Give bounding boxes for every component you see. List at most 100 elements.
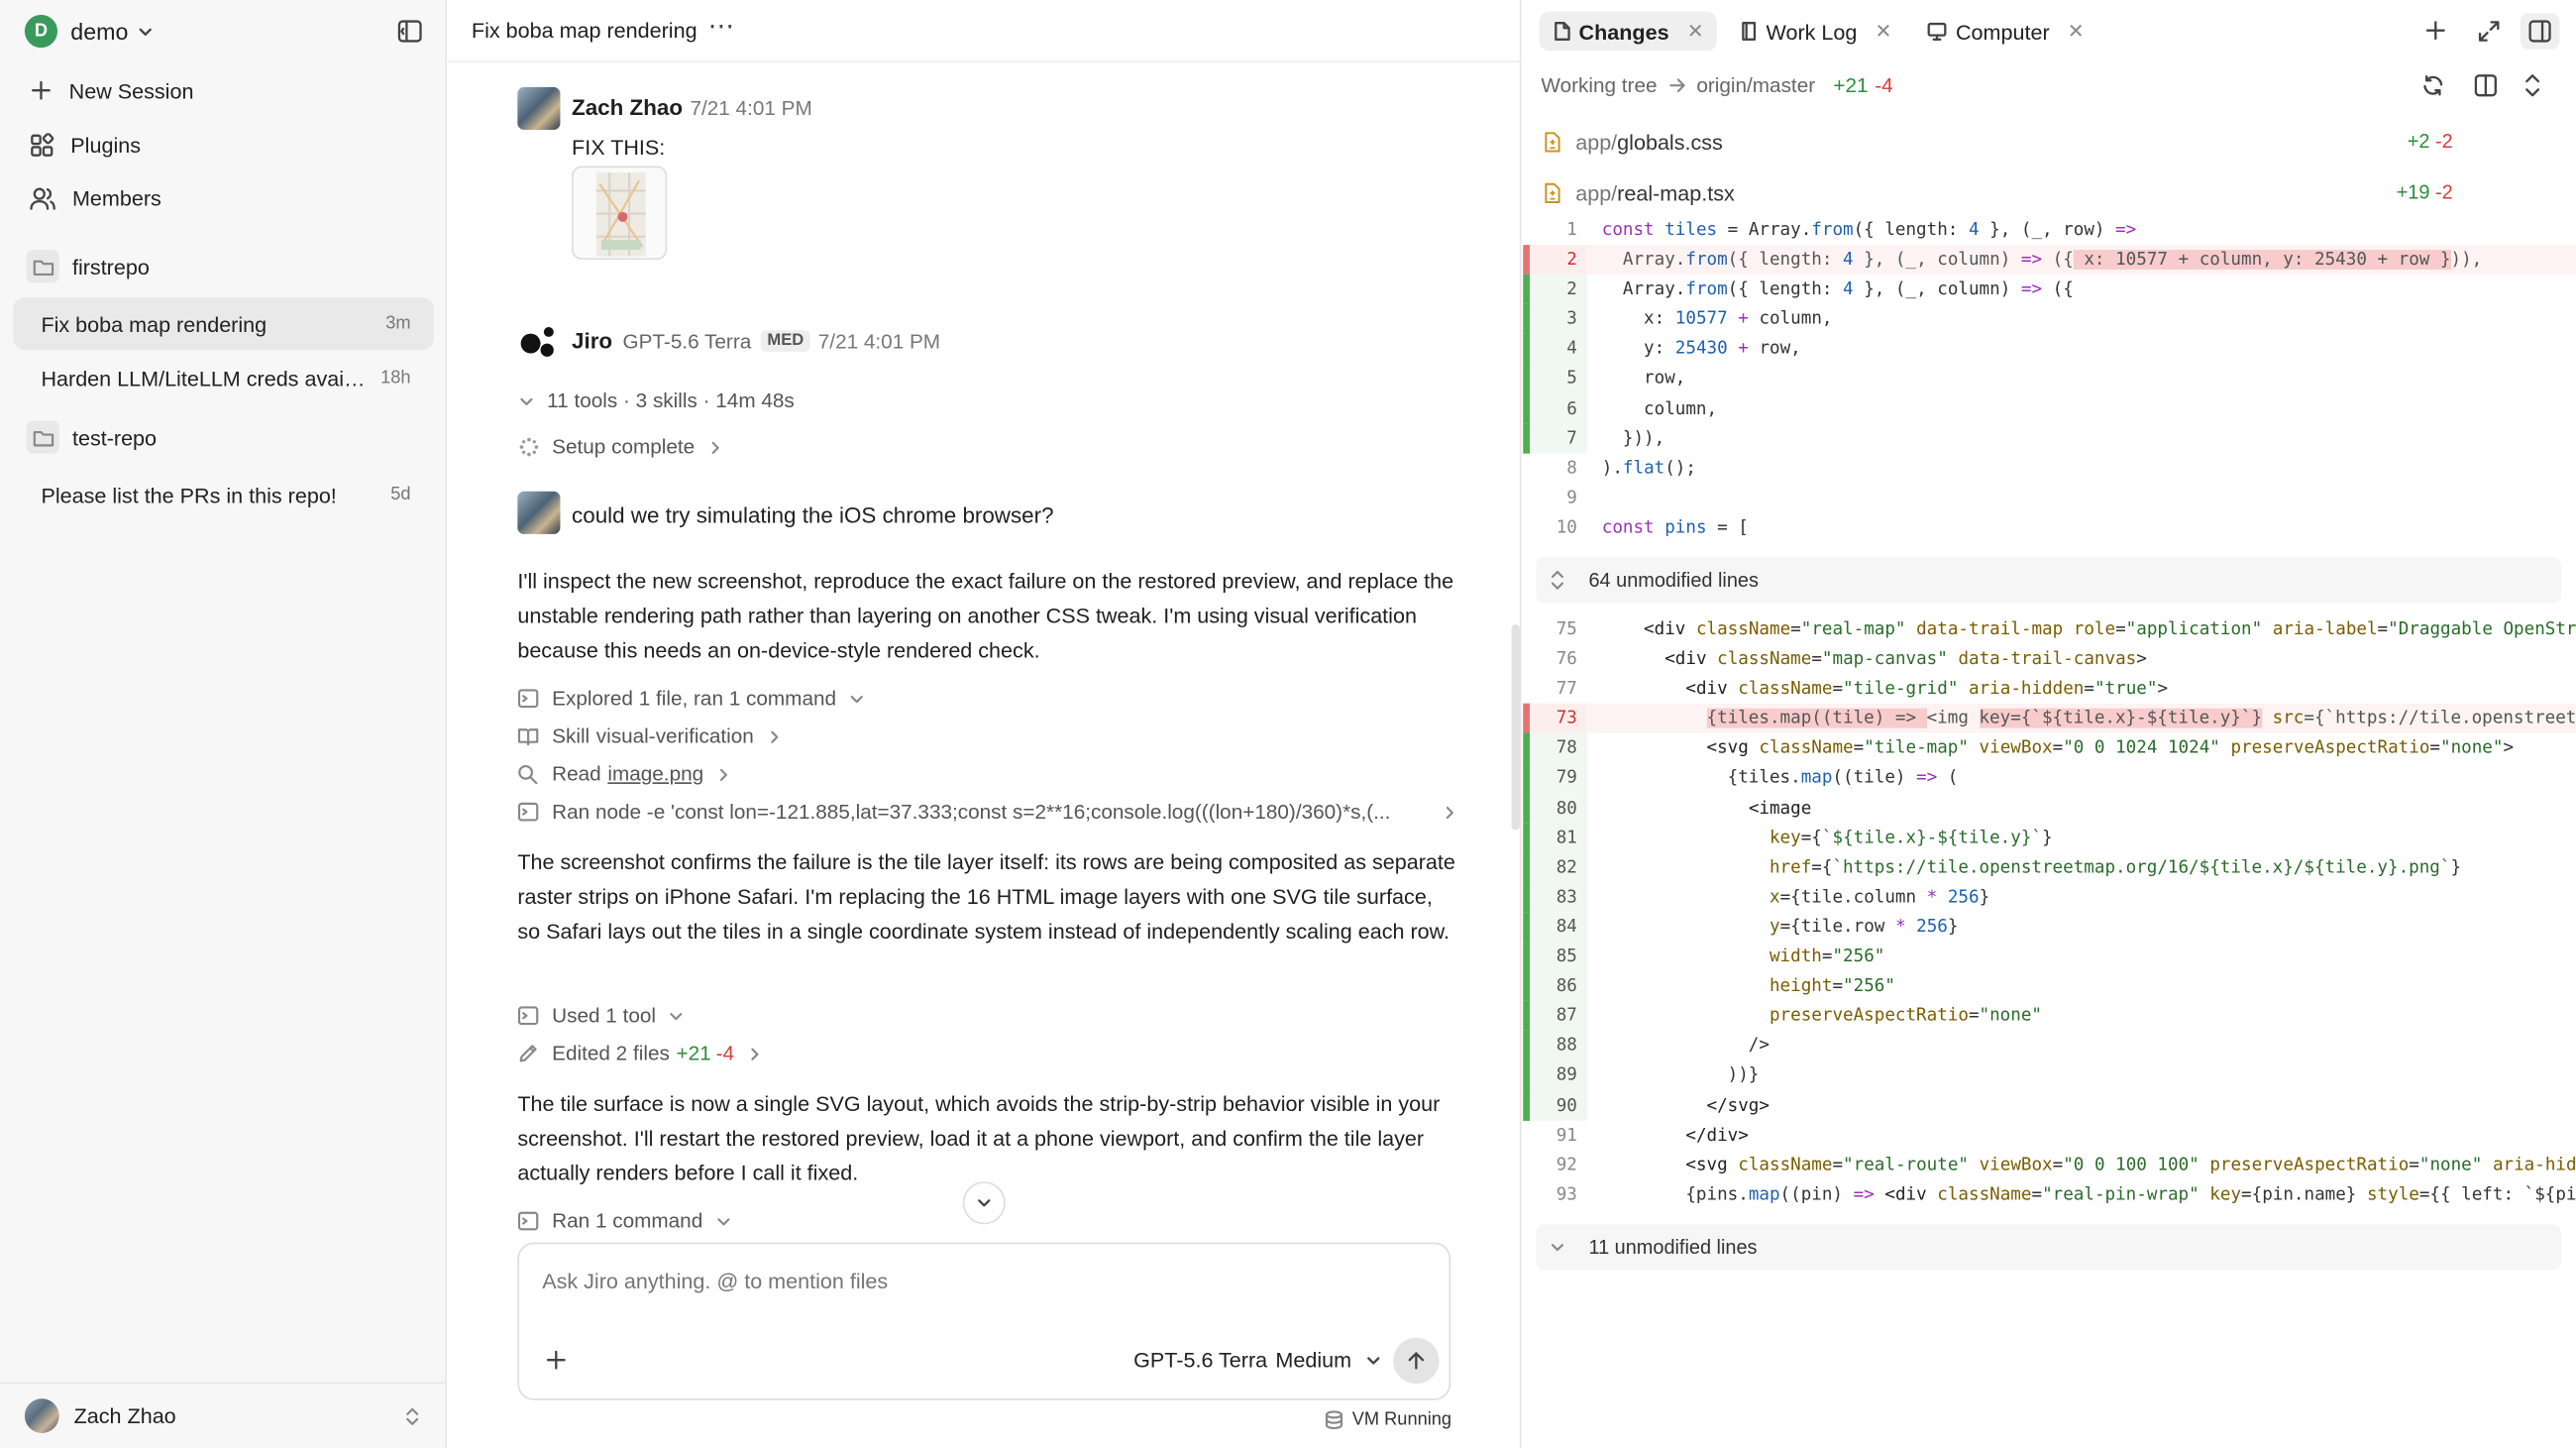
- user-avatar: [517, 86, 561, 130]
- chat-input[interactable]: [542, 1264, 1397, 1297]
- branch-to[interactable]: origin/master: [1696, 74, 1815, 97]
- tab-label: Changes: [1578, 19, 1669, 44]
- code-line: 93 {pins.map((pin) => <div className="re…: [1556, 1184, 2576, 1205]
- refresh-icon[interactable]: [2421, 74, 2444, 97]
- screenshot-thumbnail[interactable]: [572, 166, 668, 260]
- read-step[interactable]: Read image.png: [517, 757, 731, 790]
- code-line-added: 89 ))}: [1523, 1060, 2576, 1091]
- code-line-added: 86 height="256": [1523, 971, 2576, 1002]
- chevron-right-icon: [711, 440, 719, 454]
- code-line-added: 6 column,: [1523, 393, 2576, 424]
- terminal-icon: [517, 802, 539, 822]
- close-icon[interactable]: ✕: [1687, 20, 1704, 43]
- explored-step[interactable]: Explored 1 file, ran 1 command: [517, 682, 864, 715]
- session-item-list-prs[interactable]: Please list the PRs in this repo! 5d: [13, 469, 433, 521]
- tab-computer[interactable]: Computer ✕: [1915, 12, 2097, 52]
- setup-complete-row[interactable]: Setup complete: [519, 430, 722, 463]
- message-text: could we try simulating the iOS chrome b…: [572, 502, 1054, 528]
- chevron-down-icon: [978, 1199, 991, 1207]
- message-text: FIX THIS:: [572, 134, 666, 160]
- user-avatar: [517, 491, 561, 534]
- split-view-icon[interactable]: [2474, 74, 2497, 97]
- more-options-icon[interactable]: ⋯: [708, 10, 736, 43]
- tab-work-log[interactable]: Work Log ✕: [1727, 12, 1905, 52]
- workspace-avatar[interactable]: D: [24, 14, 58, 49]
- read-file-link[interactable]: image.png: [607, 762, 703, 785]
- repo-test-repo[interactable]: test-repo: [13, 414, 433, 460]
- file-name: globals.css: [1617, 129, 1723, 155]
- repo-name: test-repo: [71, 424, 158, 450]
- chevron-down-icon: [716, 1217, 730, 1225]
- agent-model: GPT-5.6 Terra: [622, 330, 752, 354]
- branch-deletions: -4: [1875, 73, 1893, 97]
- code-line-added: 5 row,: [1523, 364, 2576, 394]
- close-icon[interactable]: ✕: [2068, 20, 2085, 43]
- members-button[interactable]: Members: [13, 174, 433, 220]
- session-item-fix-boba[interactable]: Fix boba map rendering 3m: [13, 297, 434, 351]
- plugins-button[interactable]: Plugins: [13, 122, 433, 167]
- plus-icon[interactable]: [546, 1349, 568, 1371]
- session-age: 18h: [380, 368, 411, 389]
- model-name: GPT-5.6 Terra: [1133, 1347, 1268, 1373]
- code-line-added: 81 key={`${tile.x}-${tile.y}`}: [1523, 823, 2576, 853]
- skill-step[interactable]: Skill visual-verification: [517, 720, 782, 752]
- chevron-up-down-icon: [406, 1406, 419, 1425]
- chat-panel: Fix boba map rendering ⋯ Zach Zhao 7/21 …: [447, 0, 1522, 1448]
- code-line-added: 83 x={tile.column * 256}: [1523, 882, 2576, 913]
- code-line: 77 <div className="tile-grid" aria-hidde…: [1556, 679, 2169, 700]
- chevron-down-icon: [1551, 1244, 1564, 1252]
- loader-dots-icon: [519, 437, 539, 457]
- code-line: 91 </div>: [1556, 1125, 1749, 1146]
- workspace-name[interactable]: demo: [70, 18, 128, 45]
- code-line-added: 87 preserveAspectRatio="none": [1523, 1001, 2576, 1032]
- file-row-globals-css[interactable]: app/globals.css +2 -2: [1523, 120, 2576, 163]
- tools-summary: 11 tools · 3 skills · 14m 48s: [547, 389, 795, 413]
- terminal-icon: [517, 1006, 539, 1026]
- step-label: Used 1 tool: [552, 1004, 657, 1028]
- session-title: Fix boba map rendering: [41, 311, 268, 337]
- step-label-prefix: Read: [552, 762, 601, 786]
- sidebar-toggle-icon[interactable]: [397, 20, 422, 43]
- scroll-to-bottom-button[interactable]: [962, 1181, 1006, 1225]
- model-selector[interactable]: GPT-5.6 Terra Medium: [1133, 1348, 1381, 1373]
- book-icon: [1742, 22, 1757, 41]
- collapse-all-icon[interactable]: [2523, 72, 2541, 99]
- send-button[interactable]: [1393, 1337, 1440, 1385]
- vm-status-label: VM Running: [1351, 1409, 1452, 1430]
- file-diff-icon: [1545, 181, 1560, 203]
- panel-layout-button[interactable]: [2520, 13, 2560, 50]
- code-line-added: 4 y: 25430 + row,: [1523, 334, 2576, 365]
- nav-label: Plugins: [70, 132, 142, 158]
- chevron-down-icon[interactable]: [138, 25, 153, 40]
- session-title: Please list the PRs in this repo!: [41, 482, 337, 507]
- diff-hunk-2: 75 <div className="real-map" data-trail-…: [1523, 614, 2576, 1209]
- unmodified-lines-expander[interactable]: 11 unmodified lines: [1536, 1224, 2562, 1271]
- plus-icon[interactable]: [2425, 20, 2447, 42]
- plus-icon: [32, 80, 51, 100]
- unmodified-lines-expander[interactable]: 64 unmodified lines: [1536, 557, 2562, 604]
- vm-status[interactable]: VM Running: [1325, 1409, 1452, 1430]
- used-tool-step[interactable]: Used 1 tool: [517, 999, 684, 1032]
- tools-summary-toggle[interactable]: 11 tools · 3 skills · 14m 48s: [519, 385, 795, 417]
- unmodified-lines-label: 64 unmodified lines: [1588, 568, 1759, 592]
- user-menu[interactable]: Zach Zhao: [0, 1382, 446, 1448]
- edited-files-step[interactable]: Edited 2 files +21 -4: [517, 1037, 762, 1069]
- expand-icon[interactable]: [2478, 20, 2501, 43]
- repo-firstrepo[interactable]: firstrepo: [13, 243, 433, 288]
- code-line-added: 78 <svg className="tile-map" viewBox="0 …: [1523, 733, 2576, 764]
- file-row-real-map-tsx[interactable]: app/real-map.tsx +19 -2: [1523, 170, 2576, 213]
- code-line-added: 90 </svg>: [1523, 1090, 2576, 1121]
- terminal-icon: [517, 1211, 539, 1231]
- chat-scrollbar[interactable]: [1511, 624, 1520, 831]
- file-stats: +19 -2: [2397, 180, 2453, 203]
- file-additions: +2: [2407, 129, 2430, 154]
- close-icon[interactable]: ✕: [1876, 20, 1892, 43]
- nav-label: New Session: [68, 77, 194, 103]
- ran-1-command-step[interactable]: Ran 1 command: [517, 1204, 730, 1237]
- new-session-button[interactable]: New Session: [13, 67, 433, 113]
- ran-command-step[interactable]: Ran node -e 'const lon=-121.885,lat=37.3…: [517, 796, 1456, 829]
- chevron-down-icon: [850, 695, 863, 703]
- step-label: Edited 2 files: [552, 1042, 670, 1065]
- session-item-harden-llm[interactable]: Harden LLM/LiteLLM creds availa... 18h: [13, 352, 433, 404]
- tab-changes[interactable]: Changes ✕: [1539, 11, 1717, 52]
